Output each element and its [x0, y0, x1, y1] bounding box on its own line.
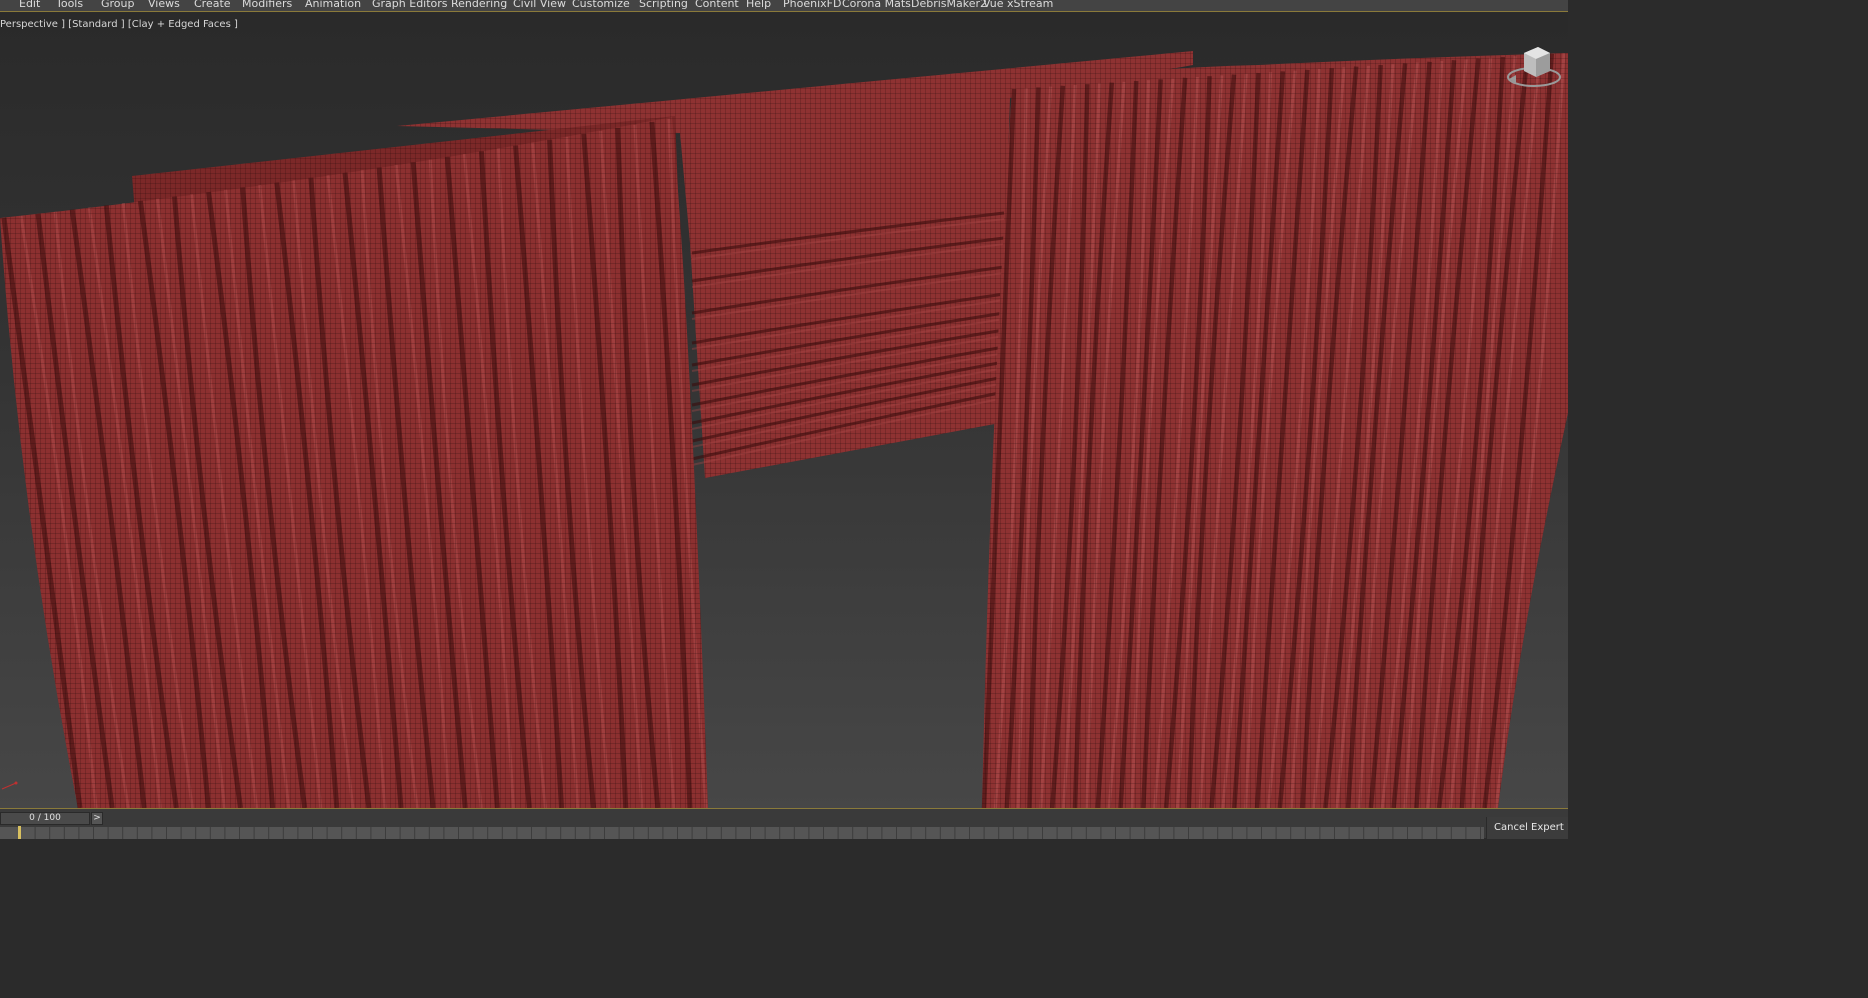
- menu-item-content[interactable]: Content: [695, 0, 739, 11]
- menu-item-rendering[interactable]: Rendering: [451, 0, 507, 11]
- next-frame-button[interactable]: >: [91, 812, 103, 825]
- track-ticks: [20, 827, 1481, 839]
- scene-canvas[interactable]: [0, 13, 1568, 808]
- menu-item-graph-editors[interactable]: Graph Editors: [372, 0, 448, 11]
- menu-item-debrismaker2[interactable]: DebrisMaker2: [911, 0, 987, 11]
- axis-gizmo-icon: [1, 781, 18, 790]
- viewcube-icon[interactable]: [1504, 41, 1566, 93]
- menu-item-customize[interactable]: Customize: [572, 0, 630, 11]
- menu-item-civil-view[interactable]: Civil View: [513, 0, 566, 11]
- menu-item-modifiers[interactable]: Modifiers: [242, 0, 292, 11]
- cancel-expert-mode-button[interactable]: Cancel Expert Mode: [1486, 817, 1568, 839]
- menu-item-animation[interactable]: Animation: [305, 0, 361, 11]
- perspective-viewport[interactable]: Perspective ] [Standard ] [Clay + Edged …: [0, 13, 1568, 808]
- menu-item-group[interactable]: Group: [101, 0, 135, 11]
- menu-item-corona-mats[interactable]: Corona Mats: [842, 0, 911, 11]
- current-frame-marker[interactable]: [18, 826, 21, 839]
- menu-item-scripting[interactable]: Scripting: [639, 0, 688, 11]
- menu-bar: Edit Tools Group Views Create Modifiers Animat…: [0, 0, 1568, 12]
- menu-item-create[interactable]: Create: [194, 0, 231, 11]
- menu-item-views[interactable]: Views: [148, 0, 180, 11]
- curtain-right[interactable]: [981, 52, 1568, 808]
- time-slider[interactable]: 0 / 100: [0, 812, 90, 825]
- timeline-panel: 0 / 100 > Cancel Expert Mode: [0, 808, 1568, 839]
- menu-item-phoenixfd[interactable]: PhoenixFD: [783, 0, 841, 11]
- menu-item-help[interactable]: Help: [746, 0, 771, 11]
- track-bar[interactable]: [0, 827, 1484, 839]
- menu-item-tools[interactable]: Tools: [56, 0, 83, 11]
- curtain-left-front[interactable]: [0, 117, 708, 808]
- menu-item-vue-xstream[interactable]: Vue xStream: [983, 0, 1053, 11]
- viewport-label[interactable]: Perspective ] [Standard ] [Clay + Edged …: [0, 19, 238, 30]
- menu-item-edit[interactable]: Edit: [19, 0, 40, 11]
